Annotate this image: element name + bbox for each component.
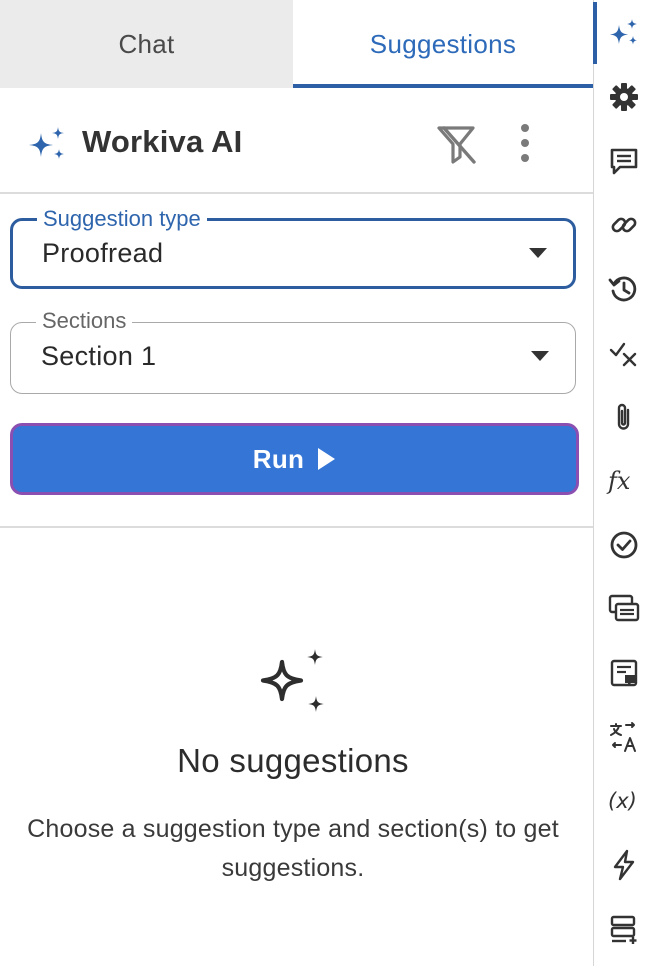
chevron-down-icon <box>529 248 547 258</box>
variable-icon: (x) <box>608 789 637 813</box>
paperclip-icon <box>617 403 630 430</box>
rail-variables[interactable]: (x) <box>608 785 640 817</box>
active-tool-indicator <box>593 2 597 64</box>
comment-icon <box>610 148 638 175</box>
suggestions-panel: Chat Suggestions Workiva AI Suggestion t… <box>0 0 593 966</box>
link-icon <box>611 217 637 233</box>
rail-ai-suggestions[interactable] <box>608 17 640 49</box>
more-options-button[interactable] <box>510 122 540 166</box>
play-icon <box>318 448 336 470</box>
empty-state-description: Choose a suggestion type and section(s) … <box>27 815 559 882</box>
rail-notes[interactable] <box>608 657 640 689</box>
sections-label: Sections <box>36 309 133 333</box>
history-icon <box>608 276 637 302</box>
run-button[interactable]: Run <box>10 423 579 495</box>
rail-settings[interactable] <box>608 81 640 113</box>
rail-review[interactable] <box>608 529 640 561</box>
rail-history[interactable] <box>608 273 640 305</box>
list-add-icon <box>610 915 637 944</box>
sparkle-icon <box>260 649 324 712</box>
translate-icon <box>610 722 636 752</box>
rail-attachments[interactable] <box>608 401 640 433</box>
panel-header: Workiva AI <box>0 88 593 194</box>
stacked-comments-icon <box>608 594 640 622</box>
rail-formula[interactable]: fx <box>608 465 640 497</box>
check-cross-icon <box>609 342 637 367</box>
lightning-icon <box>613 849 635 881</box>
section-divider <box>0 526 593 528</box>
empty-state-title: No suggestions <box>177 742 409 779</box>
tab-suggestions[interactable]: Suggestions <box>293 0 593 88</box>
sections-select[interactable]: Sections Section 1 <box>10 309 576 394</box>
suggestion-type-label: Suggestion type <box>37 207 207 231</box>
clear-filter-button[interactable] <box>436 124 478 164</box>
sparkle-icon <box>29 127 64 159</box>
rail-links[interactable] <box>608 209 640 241</box>
gear-icon <box>610 83 638 111</box>
formula-icon: fx <box>608 467 631 495</box>
rail-tie-out[interactable] <box>608 337 640 369</box>
suggestion-type-select[interactable]: Suggestion type Proofread <box>10 207 576 289</box>
panel-tabs: Chat Suggestions <box>0 0 593 88</box>
rail-comment-threads[interactable] <box>608 593 640 625</box>
right-tool-rail: fx (x) <box>593 0 654 966</box>
chevron-down-icon <box>531 351 549 361</box>
suggestion-type-value: Proofread <box>42 238 164 268</box>
check-circle-icon <box>610 531 638 559</box>
filter-off-icon <box>437 126 476 164</box>
note-comment-icon <box>610 659 638 687</box>
tab-chat[interactable]: Chat <box>0 0 293 88</box>
panel-title: Workiva AI <box>82 124 243 159</box>
sparkle-icon <box>610 19 637 45</box>
run-button-label: Run <box>252 443 305 474</box>
rail-add-row[interactable] <box>608 913 640 945</box>
sections-value: Section 1 <box>41 341 157 371</box>
more-vertical-icon <box>521 124 529 162</box>
rail-comments[interactable] <box>608 145 640 177</box>
rail-automation[interactable] <box>608 849 640 881</box>
rail-translate[interactable] <box>608 721 640 753</box>
